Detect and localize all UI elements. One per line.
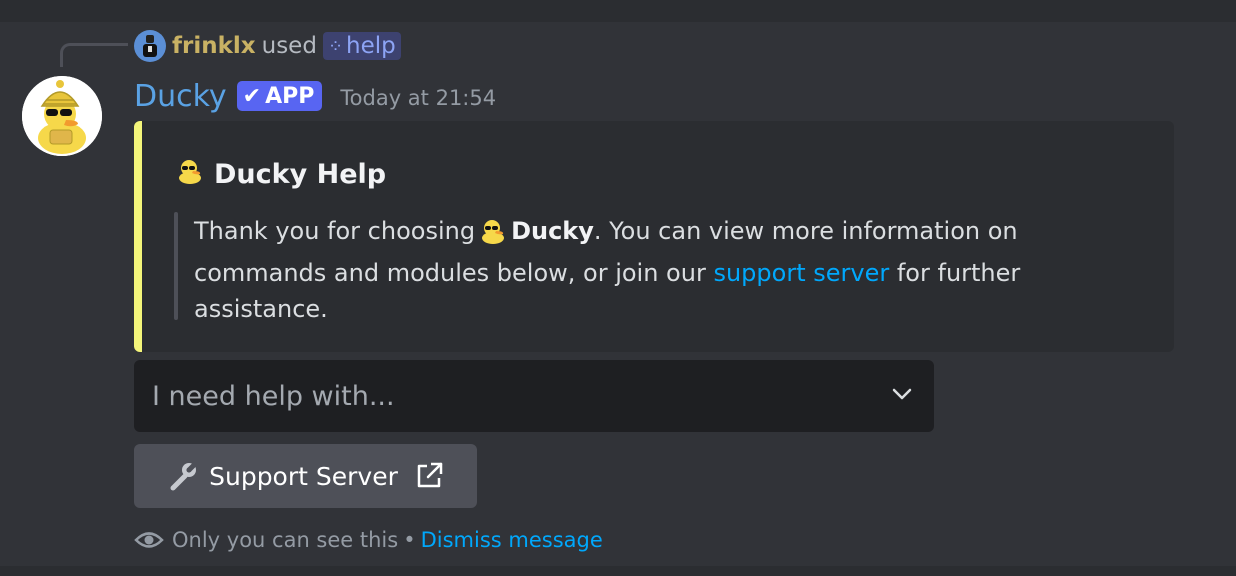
embed-title: Ducky Help [176, 157, 386, 192]
slash-command-icon: ⁘ [327, 35, 343, 57]
command-name: help [346, 33, 396, 59]
description-bold-name: Ducky [511, 217, 594, 245]
message-header: Ducky ✔ APP Today at 21:54 [134, 76, 496, 116]
reply-reference[interactable]: frinklx used ⁘ help [134, 28, 401, 64]
support-server-label: Support Server [209, 461, 398, 491]
chevron-down-icon [890, 382, 914, 410]
author-name[interactable]: Ducky [134, 79, 227, 114]
verified-check-icon: ✔ [242, 83, 262, 109]
ducky-avatar[interactable] [22, 76, 102, 156]
embed-title-text: Ducky Help [214, 159, 387, 190]
support-server-link[interactable]: support server [713, 259, 889, 287]
command-mention[interactable]: ⁘ help [322, 32, 401, 60]
support-server-button[interactable]: Support Server [134, 444, 477, 508]
top-strip [0, 0, 1236, 22]
embed-description: Thank you for choosing Ducky. You can vie… [194, 213, 1054, 327]
duck-emoji-icon [176, 157, 204, 192]
dismiss-message-link[interactable]: Dismiss message [421, 528, 603, 552]
duck-emoji-icon [479, 217, 507, 255]
help-topic-select[interactable]: I need help with... [134, 360, 934, 432]
replied-user-name[interactable]: frinklx [172, 33, 256, 59]
app-badge: ✔ APP [236, 81, 323, 111]
select-placeholder: I need help with... [152, 380, 395, 412]
external-link-icon [414, 461, 444, 491]
reply-connector-line [60, 43, 128, 67]
ephemeral-text: Only you can see this [172, 528, 399, 552]
help-embed: Ducky Help Thank you for choosing Ducky. … [134, 121, 1174, 352]
description-text-start: Thank you for choosing [194, 217, 476, 245]
used-label: used [261, 33, 317, 59]
blockquote-bar [174, 212, 178, 320]
app-badge-label: APP [265, 83, 315, 109]
bottom-strip [0, 566, 1236, 576]
replied-user-avatar[interactable] [134, 30, 166, 62]
wrench-icon [167, 460, 200, 492]
ephemeral-notice: Only you can see this • Dismiss message [134, 524, 603, 556]
message-timestamp: Today at 21:54 [340, 86, 497, 110]
eye-icon [134, 525, 164, 555]
separator-dot: • [403, 528, 416, 552]
